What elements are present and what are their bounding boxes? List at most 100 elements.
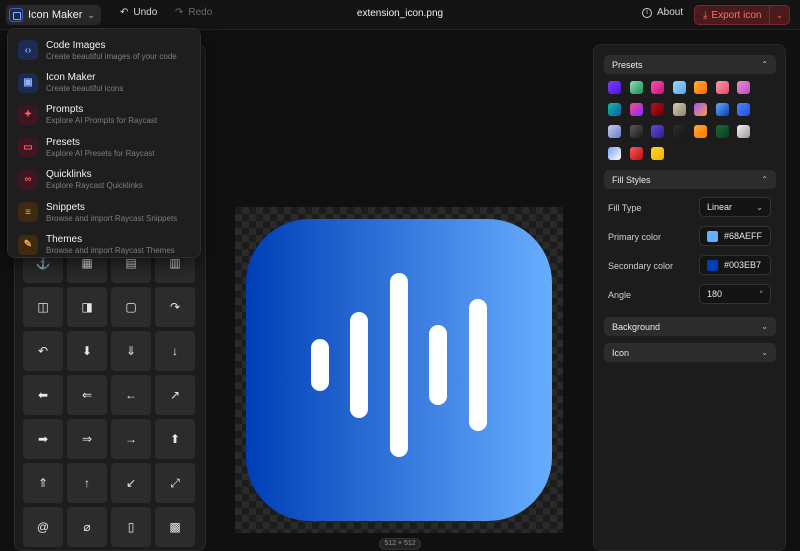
- preset-swatch[interactable]: [651, 147, 664, 160]
- menu-item-themes[interactable]: ✎ Themes Browse and import Raycast Themes: [8, 228, 200, 260]
- preset-swatch[interactable]: [651, 103, 664, 116]
- arrow-up-circle-icon: ⇑: [37, 476, 49, 490]
- export-icon-button[interactable]: ⤓ Export icon: [695, 10, 769, 21]
- preset-swatch[interactable]: [694, 103, 707, 116]
- chevron-up-icon: ⌃: [761, 60, 768, 69]
- preset-swatch[interactable]: [672, 81, 686, 94]
- icon-option-arrow-right[interactable]: →: [111, 419, 151, 459]
- icon-option-minimize[interactable]: ↙: [111, 463, 151, 503]
- export-options-button[interactable]: ⌄: [769, 6, 789, 24]
- icon-option-calculator[interactable]: ▩: [155, 507, 195, 547]
- primary-color-value: #68AEFF: [724, 231, 763, 241]
- brush-icon: ✎: [18, 234, 38, 255]
- icon-option-arrow-right-circle-filled[interactable]: ➡: [23, 419, 63, 459]
- primary-color-swatch[interactable]: [707, 230, 718, 242]
- preset-swatch[interactable]: [608, 103, 621, 116]
- icon-option-arrow-left-circle[interactable]: ⇐: [67, 375, 107, 415]
- preset-swatch[interactable]: [608, 81, 621, 94]
- secondary-color-value: #003EB7: [724, 260, 762, 270]
- icon-option-paperclip[interactable]: ⌀: [67, 507, 107, 547]
- icon-option-redo[interactable]: ↷: [155, 287, 195, 327]
- menu-item-text: Prompts Explore AI Prompts for Raycast: [46, 104, 157, 125]
- arrow-down-circle-filled-icon: ⬇: [81, 344, 93, 358]
- icon-option-arrow-down[interactable]: ↓: [155, 331, 195, 371]
- arrow-right-icon: →: [125, 432, 137, 446]
- icon-option-arrow-up-circle-filled[interactable]: ⬆: [155, 419, 195, 459]
- preset-swatch[interactable]: [672, 103, 686, 116]
- menu-item-icon-maker[interactable]: ▣ Icon Maker Create beautiful icons: [8, 66, 200, 98]
- primary-color-field[interactable]: #68AEFF: [699, 226, 771, 246]
- preset-swatch[interactable]: [629, 125, 643, 138]
- preset-swatch[interactable]: [694, 81, 707, 94]
- icon-option-sidebar-right[interactable]: ◨: [67, 287, 107, 327]
- arrow-up-right-icon: ↗: [169, 388, 181, 402]
- presets-section-header[interactable]: Presets ⌃: [604, 55, 776, 74]
- chevron-down-icon: ⌄: [761, 322, 768, 331]
- angle-label: Angle: [608, 290, 632, 300]
- icon-option-book[interactable]: ▯: [111, 507, 151, 547]
- preset-swatch[interactable]: [629, 147, 643, 160]
- arrow-right-circle-filled-icon: ➡: [37, 432, 49, 446]
- menu-item-text: Snippets Browse and import Raycast Snippe…: [46, 202, 177, 223]
- minimize-icon: ↙: [125, 476, 137, 490]
- secondary-color-field[interactable]: #003EB7: [699, 255, 771, 275]
- icon-preview: [246, 219, 552, 521]
- icon-option-sidebar-left[interactable]: ◫: [23, 287, 63, 327]
- menu-item-title: Icon Maker: [46, 72, 96, 84]
- icon-option-app-window[interactable]: ▢: [111, 287, 151, 327]
- menu-item-code-images[interactable]: ‹› Code Images Create beautiful images of …: [8, 34, 200, 66]
- menu-item-subtitle: Browse and import Raycast Themes: [46, 246, 175, 256]
- preset-swatch[interactable]: [629, 103, 643, 116]
- waveform-bar: [469, 299, 487, 431]
- secondary-color-label: Secondary color: [608, 261, 674, 271]
- settings-panel: Presets ⌃ Fill Styles ⌃ Fill Type Linear…: [593, 44, 786, 551]
- menu-item-text: Themes Browse and import Raycast Themes: [46, 234, 175, 255]
- angle-input[interactable]: 180 °: [699, 284, 771, 304]
- preset-swatch[interactable]: [694, 125, 707, 138]
- icon-option-undo[interactable]: ↶: [23, 331, 63, 371]
- sidebar-right-icon: ◨: [81, 300, 93, 314]
- canvas-size-label: 512 × 512: [379, 538, 421, 550]
- preset-swatch[interactable]: [672, 125, 686, 138]
- preset-swatch[interactable]: [608, 125, 621, 138]
- angle-unit: °: [759, 289, 763, 299]
- background-title: Background: [612, 321, 661, 332]
- preset-swatch[interactable]: [715, 81, 729, 94]
- preset-swatch[interactable]: [651, 125, 664, 138]
- about-button[interactable]: i About: [642, 7, 683, 18]
- fill-type-select[interactable]: Linear ⌄: [699, 197, 771, 217]
- fill-styles-section-header[interactable]: Fill Styles ⌃: [604, 170, 776, 189]
- background-section-header[interactable]: Background ⌄: [604, 317, 776, 336]
- icon-option-arrow-down-circle-filled[interactable]: ⬇: [67, 331, 107, 371]
- secondary-color-swatch[interactable]: [707, 259, 718, 271]
- menu-item-subtitle: Browse and import Raycast Snippets: [46, 213, 178, 223]
- waveform-bar: [350, 312, 368, 418]
- preset-swatch[interactable]: [608, 147, 621, 160]
- menu-item-title: Code Images: [46, 39, 106, 51]
- menu-item-presets[interactable]: ▭ Presets Explore AI Presets for Raycast: [8, 131, 200, 163]
- icon-option-arrow-down-circle[interactable]: ⇓: [111, 331, 151, 371]
- preset-swatch[interactable]: [715, 103, 729, 116]
- preset-swatch[interactable]: [715, 125, 729, 138]
- icon-option-arrow-up[interactable]: ↑: [67, 463, 107, 503]
- icon-section-header[interactable]: Icon ⌄: [604, 343, 776, 362]
- preset-swatch[interactable]: [737, 81, 750, 94]
- menu-item-quicklinks[interactable]: ∞ Quicklinks Explore Raycast Quicklinks: [8, 164, 200, 196]
- icon-option-arrow-up-right[interactable]: ↗: [155, 375, 195, 415]
- preset-swatch[interactable]: [737, 103, 750, 116]
- icon-option-arrow-up-circle[interactable]: ⇑: [23, 463, 63, 503]
- presets-title: Presets: [612, 59, 643, 70]
- preset-swatch[interactable]: [651, 81, 664, 94]
- calculator-icon: ▩: [169, 520, 181, 534]
- icon-option-arrow-left[interactable]: ←: [111, 375, 151, 415]
- preset-swatch[interactable]: [629, 81, 643, 94]
- menu-item-prompts[interactable]: ✦ Prompts Explore AI Prompts for Raycast: [8, 99, 200, 131]
- preset-swatch[interactable]: [737, 125, 750, 138]
- icon-option-arrow-right-circle[interactable]: ⇒: [67, 419, 107, 459]
- icon-option-maximize[interactable]: ⤢: [155, 463, 195, 503]
- fill-styles-title: Fill Styles: [612, 174, 651, 185]
- icon-option-arrow-left-circle-filled[interactable]: ⬅: [23, 375, 63, 415]
- menu-item-snippets[interactable]: ≡ Snippets Browse and import Raycast Snipp…: [8, 196, 200, 228]
- info-icon: i: [642, 7, 652, 18]
- icon-option-at[interactable]: @: [23, 507, 63, 547]
